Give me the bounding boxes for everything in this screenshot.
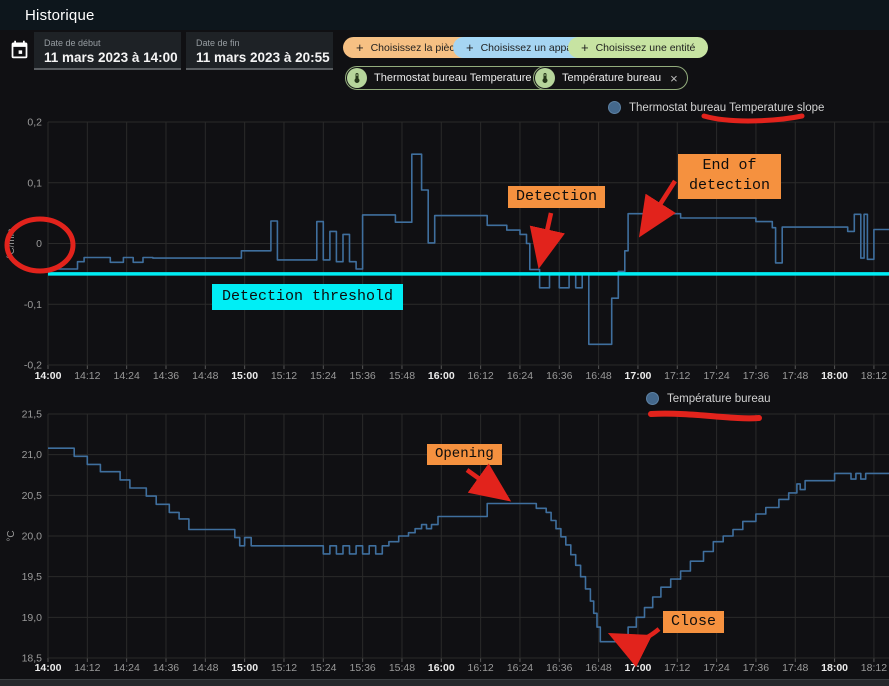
svg-text:14:36: 14:36 (153, 370, 179, 382)
next-card-edge (0, 679, 889, 686)
svg-text:18:00: 18:00 (821, 662, 848, 674)
svg-text:15:36: 15:36 (349, 662, 375, 674)
svg-text:17:12: 17:12 (664, 370, 690, 382)
svg-text:16:00: 16:00 (428, 662, 455, 674)
svg-text:14:12: 14:12 (74, 370, 100, 382)
svg-text:17:12: 17:12 (664, 662, 690, 674)
svg-text:16:12: 16:12 (467, 662, 493, 674)
svg-text:14:48: 14:48 (192, 662, 218, 674)
svg-text:17:48: 17:48 (782, 662, 808, 674)
svg-text:21,0: 21,0 (22, 449, 43, 461)
svg-text:-0,1: -0,1 (24, 299, 42, 311)
svg-text:17:24: 17:24 (703, 662, 729, 674)
legend-label: Température bureau (667, 393, 771, 405)
svg-text:15:00: 15:00 (231, 662, 258, 674)
legend-temperature-bureau[interactable]: Température bureau (646, 392, 771, 405)
svg-text:15:48: 15:48 (389, 662, 415, 674)
series-line (48, 448, 889, 642)
annotation-detection-threshold: Detection threshold (212, 284, 403, 310)
annotation-opening: Opening (427, 444, 502, 465)
svg-text:15:12: 15:12 (271, 370, 297, 382)
svg-text:14:12: 14:12 (74, 662, 100, 674)
svg-text:15:24: 15:24 (310, 662, 336, 674)
svg-text:-0,2: -0,2 (24, 360, 42, 372)
svg-text:15:12: 15:12 (271, 662, 297, 674)
svg-text:15:00: 15:00 (231, 370, 258, 382)
svg-text:17:36: 17:36 (743, 370, 769, 382)
legend-dot-icon (646, 392, 659, 405)
annotation-end-of-detection: End of detection (678, 154, 781, 199)
svg-text:14:24: 14:24 (114, 662, 140, 674)
svg-text:17:00: 17:00 (625, 370, 652, 382)
svg-text:15:48: 15:48 (389, 370, 415, 382)
legend-dot-icon (608, 101, 621, 114)
svg-text:18:12: 18:12 (861, 662, 887, 674)
svg-text:17:48: 17:48 (782, 370, 808, 382)
svg-text:°C/min: °C/min (6, 228, 17, 258)
legend-label: Thermostat bureau Temperature slope (629, 102, 824, 114)
svg-text:16:24: 16:24 (507, 662, 533, 674)
svg-text:18:00: 18:00 (821, 370, 848, 382)
svg-text:16:36: 16:36 (546, 370, 572, 382)
svg-text:14:00: 14:00 (35, 370, 62, 382)
svg-text:15:36: 15:36 (349, 370, 375, 382)
svg-text:17:00: 17:00 (625, 662, 652, 674)
svg-text:0,2: 0,2 (27, 117, 42, 129)
svg-text:16:48: 16:48 (585, 662, 611, 674)
annotation-detection: Detection (508, 186, 605, 208)
svg-text:18,5: 18,5 (22, 653, 43, 665)
svg-text:16:48: 16:48 (585, 370, 611, 382)
svg-text:0: 0 (36, 238, 42, 250)
svg-text:14:36: 14:36 (153, 662, 179, 674)
svg-text:18:12: 18:12 (861, 370, 887, 382)
svg-text:14:24: 14:24 (114, 370, 140, 382)
svg-text:16:00: 16:00 (428, 370, 455, 382)
legend-temperature-slope[interactable]: Thermostat bureau Temperature slope (608, 101, 824, 114)
svg-text:°C: °C (6, 530, 17, 541)
svg-text:16:24: 16:24 (507, 370, 533, 382)
svg-text:19,5: 19,5 (22, 571, 43, 583)
svg-text:16:12: 16:12 (467, 370, 493, 382)
svg-text:15:24: 15:24 (310, 370, 336, 382)
svg-text:20,0: 20,0 (22, 531, 43, 543)
svg-text:16:36: 16:36 (546, 662, 572, 674)
svg-text:21,5: 21,5 (22, 409, 43, 421)
svg-text:17:24: 17:24 (703, 370, 729, 382)
svg-text:0,1: 0,1 (27, 177, 42, 189)
annotation-close: Close (663, 611, 724, 633)
svg-text:14:48: 14:48 (192, 370, 218, 382)
svg-text:19,0: 19,0 (22, 612, 43, 624)
svg-text:20,5: 20,5 (22, 490, 43, 502)
svg-text:17:36: 17:36 (743, 662, 769, 674)
